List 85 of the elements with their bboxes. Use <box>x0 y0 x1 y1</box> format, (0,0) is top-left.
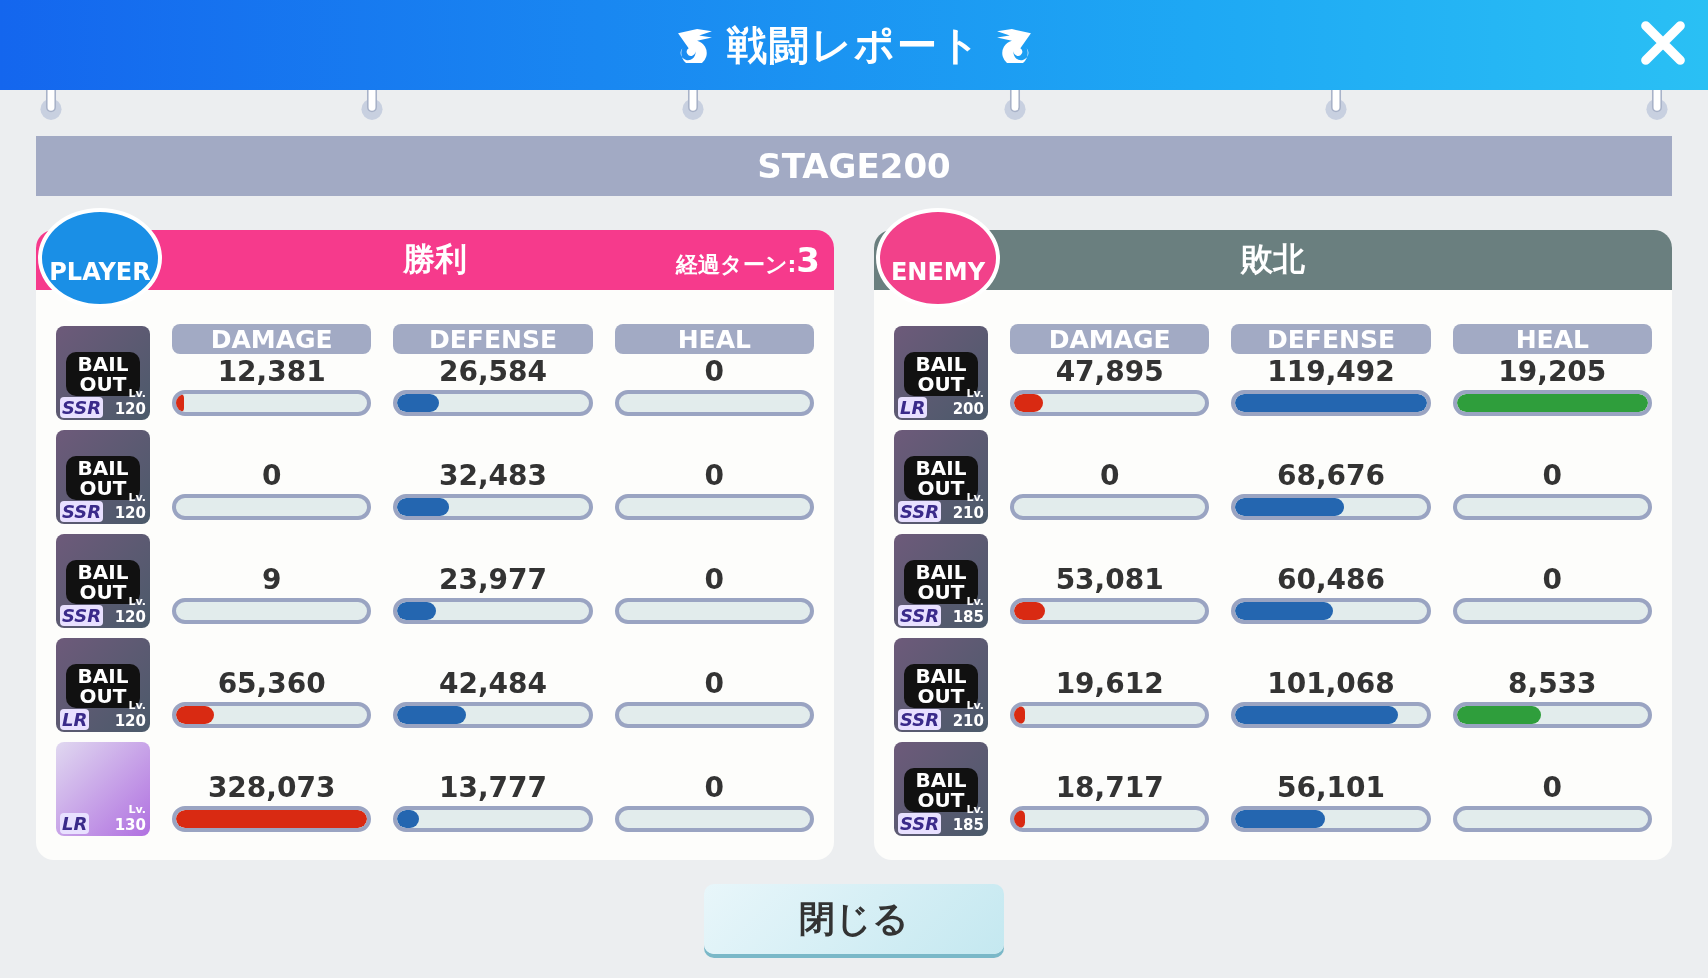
rarity-label: SSR <box>898 605 942 626</box>
level-label: Lv. <box>966 595 984 608</box>
stat-value: 101,068 <box>1266 666 1396 702</box>
stat-value: 18,717 <box>1054 770 1165 806</box>
stat-header: HEAL <box>1452 324 1652 354</box>
level-label: Lv. <box>966 491 984 504</box>
rarity-label: SSR <box>60 605 104 626</box>
turn-count-label: 経過ターン: <box>675 251 797 279</box>
turn-count: 3 <box>796 240 820 280</box>
stat-header: DAMAGE <box>1010 324 1210 354</box>
level-label: Lv. <box>128 491 146 504</box>
stat-value: 0 <box>703 770 726 806</box>
result-label: 敗北 <box>1241 239 1305 280</box>
stat-value: 0 <box>703 562 726 598</box>
team-badge: ENEMY <box>876 208 1000 308</box>
level-value: 130 <box>114 816 146 834</box>
level-label: Lv. <box>966 803 984 816</box>
level-label: Lv. <box>966 699 984 712</box>
level-value: 185 <box>952 608 984 626</box>
level-label: Lv. <box>128 387 146 400</box>
team-badge: PLAYER <box>38 208 162 308</box>
rarity-label: LR <box>60 709 90 730</box>
unit-portrait[interactable]: BAIL OUT SSR Lv. 185 <box>894 534 988 628</box>
unit-portrait[interactable]: BAIL OUT SSR Lv. 120 <box>56 326 150 420</box>
window-title: 戦闘レポート <box>726 20 982 70</box>
stat-value: 19,612 <box>1054 666 1165 702</box>
stat-value: 328,073 <box>206 770 337 806</box>
level-value: 210 <box>952 712 984 730</box>
level-label: Lv. <box>128 803 146 816</box>
result-label: 勝利 <box>403 239 467 280</box>
stat-header: DEFENSE <box>1231 324 1431 354</box>
stat-value: 0 <box>1098 458 1121 494</box>
level-value: 210 <box>952 504 984 522</box>
stat-value: 13,777 <box>437 770 548 806</box>
level-value: 120 <box>114 400 146 418</box>
stat-value: 47,895 <box>1054 354 1165 390</box>
stat-value: 32,483 <box>437 458 548 494</box>
stat-value: 60,486 <box>1275 562 1386 598</box>
unit-portrait[interactable]: BAIL OUT SSR Lv. 185 <box>894 742 988 836</box>
stage-banner: STAGE200 <box>36 136 1672 196</box>
stat-value: 8,533 <box>1507 666 1598 702</box>
stat-value: 0 <box>260 458 283 494</box>
level-value: 185 <box>952 816 984 834</box>
rarity-label: SSR <box>898 813 942 834</box>
unit-portrait[interactable]: BAIL OUT SSR Lv. 210 <box>894 638 988 732</box>
level-label: Lv. <box>128 699 146 712</box>
stat-value: 53,081 <box>1054 562 1165 598</box>
stat-header: DEFENSE <box>393 324 593 354</box>
stat-value: 9 <box>260 562 283 598</box>
stat-value: 65,360 <box>216 666 327 702</box>
stat-value: 26,584 <box>437 354 548 390</box>
unit-portrait[interactable]: LR Lv. 130 <box>56 742 150 836</box>
unit-portrait[interactable]: BAIL OUT SSR Lv. 120 <box>56 534 150 628</box>
stat-value: 42,484 <box>437 666 548 702</box>
rarity-label: SSR <box>60 501 104 522</box>
level-value: 120 <box>114 712 146 730</box>
rarity-label: SSR <box>60 397 104 418</box>
stat-value: 19,205 <box>1497 354 1608 390</box>
unit-portrait[interactable]: BAIL OUT SSR Lv. 120 <box>56 430 150 524</box>
stat-value: 0 <box>703 666 726 702</box>
stat-value: 0 <box>1541 562 1564 598</box>
level-label: Lv. <box>128 595 146 608</box>
stat-value: 0 <box>703 354 726 390</box>
stat-value: 119,492 <box>1266 354 1396 390</box>
stat-header: DAMAGE <box>172 324 372 354</box>
rarity-label: SSR <box>898 501 942 522</box>
stat-value: 0 <box>703 458 726 494</box>
close-icon[interactable] <box>1640 20 1686 66</box>
level-label: Lv. <box>966 387 984 400</box>
rarity-label: SSR <box>898 709 942 730</box>
stat-header: HEAL <box>614 324 814 354</box>
level-value: 200 <box>952 400 984 418</box>
stat-value: 12,381 <box>216 354 327 390</box>
rarity-label: LR <box>898 397 928 418</box>
rarity-label: LR <box>60 813 90 834</box>
stat-value: 56,101 <box>1275 770 1386 806</box>
stat-value: 23,977 <box>437 562 548 598</box>
stat-value: 0 <box>1541 458 1564 494</box>
unit-portrait[interactable]: BAIL OUT LR Lv. 120 <box>56 638 150 732</box>
stat-value: 68,676 <box>1275 458 1386 494</box>
stat-value: 0 <box>1541 770 1564 806</box>
level-value: 120 <box>114 504 146 522</box>
level-value: 120 <box>114 608 146 626</box>
unit-portrait[interactable]: BAIL OUT SSR Lv. 210 <box>894 430 988 524</box>
unit-portrait[interactable]: BAIL OUT LR Lv. 200 <box>894 326 988 420</box>
